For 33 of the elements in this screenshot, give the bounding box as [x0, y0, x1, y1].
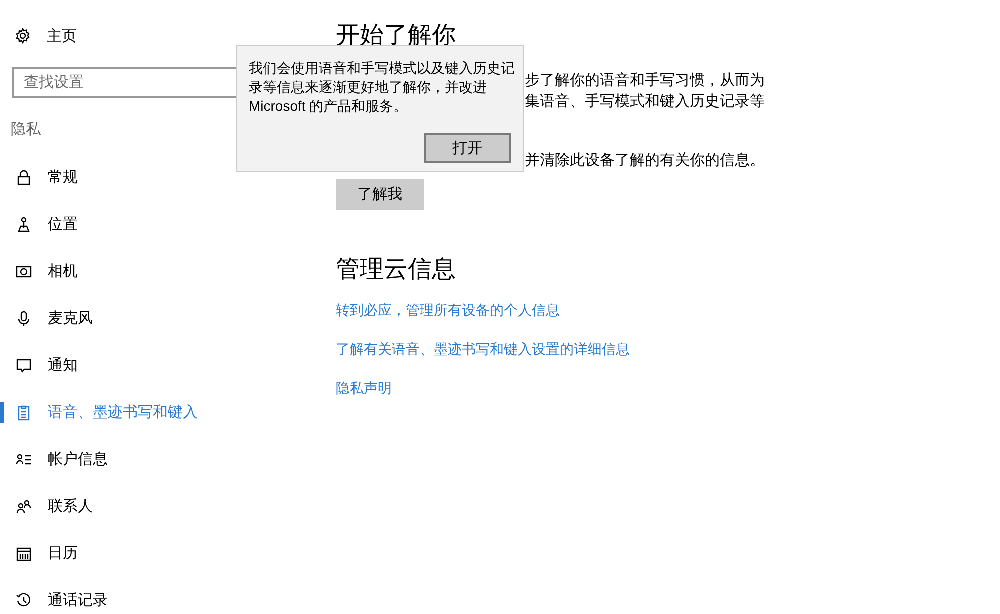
info-link[interactable]: 了解有关语音、墨迹书写和键入设置的详细信息	[336, 339, 630, 360]
section-heading: 隐私	[11, 120, 42, 140]
account-list-icon	[16, 452, 32, 468]
calendar-icon	[16, 546, 32, 562]
info-link[interactable]: 隐私声明	[336, 378, 392, 399]
history-icon	[16, 592, 32, 608]
sidebar-item[interactable]: 常规	[0, 154, 310, 201]
camera-icon	[16, 264, 32, 280]
lock-icon	[16, 170, 32, 186]
home-link[interactable]: 主页	[0, 21, 310, 51]
page-title: 开始了解你	[336, 21, 456, 51]
clipboard-icon	[16, 404, 32, 420]
turn-on-button[interactable]: 打开	[424, 133, 511, 163]
info-link[interactable]: 转到必应，管理所有设备的个人信息	[336, 300, 560, 321]
contacts-icon	[16, 498, 32, 514]
sidebar-item[interactable]: 通知	[0, 342, 310, 389]
sidebar-item[interactable]: 麦克风	[0, 295, 310, 342]
description-text: 步了解你的语音和手写习惯，从而为	[525, 71, 765, 91]
section-title: 管理云信息	[336, 255, 456, 285]
sidebar-item[interactable]: 语音、墨迹书写和键入	[0, 389, 310, 436]
location-pin-icon	[16, 216, 32, 232]
sidebar-item[interactable]: 相机	[0, 248, 310, 295]
sidebar-item[interactable]: 日历	[0, 530, 310, 577]
sidebar-item[interactable]: 位置	[0, 201, 310, 248]
speech-bubble-icon	[16, 358, 32, 374]
sidebar-item[interactable]: 联系人	[0, 483, 310, 530]
get-to-know-me-button[interactable]: 了解我	[336, 179, 424, 210]
sidebar-item[interactable]: 帐户信息	[0, 436, 310, 483]
settings-icon	[15, 28, 31, 44]
sidebar-item[interactable]: 通话记录	[0, 577, 310, 614]
description-text: 并清除此设备了解的有关你的信息。	[525, 151, 765, 171]
description-text: 集语音、手写模式和键入历史记录等	[525, 92, 765, 112]
microphone-icon	[16, 310, 32, 326]
